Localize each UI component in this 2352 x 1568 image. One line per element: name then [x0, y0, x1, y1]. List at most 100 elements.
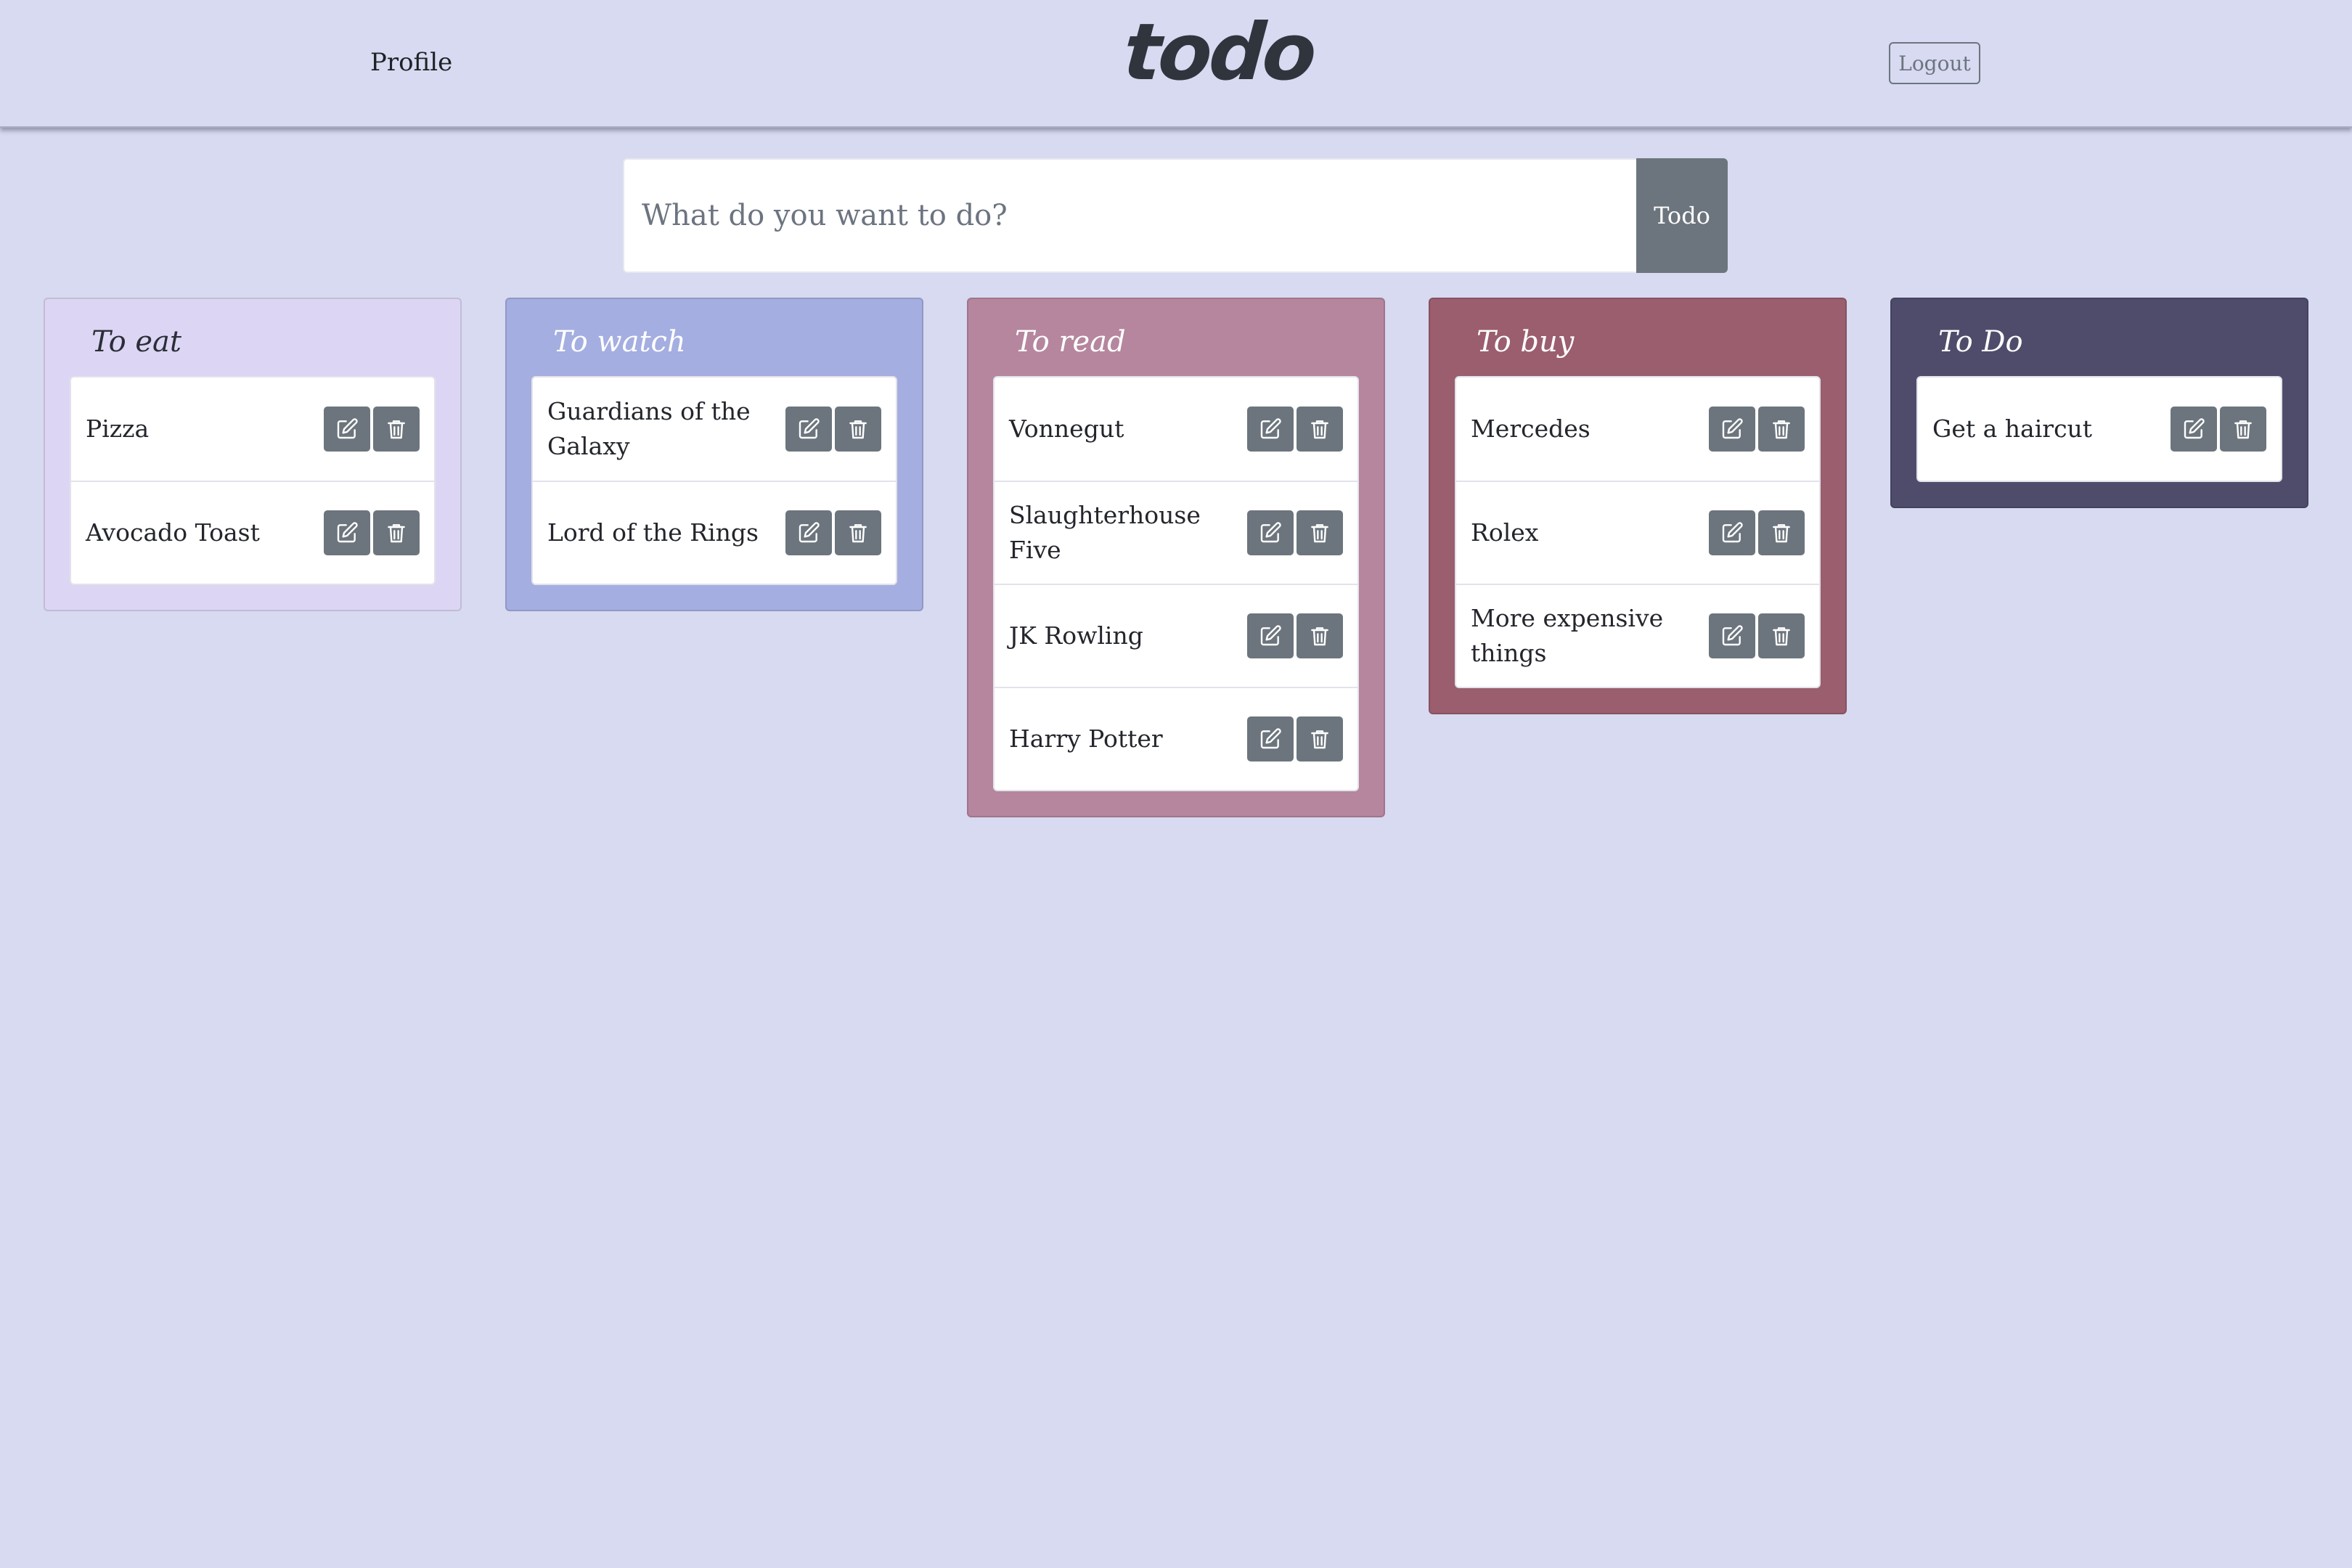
todo-item-actions	[785, 407, 881, 452]
edit-icon	[1720, 624, 1744, 648]
todo-item-actions	[324, 510, 420, 555]
delete-button[interactable]	[835, 510, 881, 555]
todo-item: Rolex	[1456, 481, 1819, 584]
edit-button[interactable]	[2171, 407, 2217, 452]
delete-button[interactable]	[2220, 407, 2266, 452]
edit-icon	[335, 417, 359, 441]
list-title: To watch	[553, 325, 686, 359]
delete-button[interactable]	[373, 407, 420, 452]
todo-item: Get a haircut	[1918, 377, 2281, 481]
list-title: To eat	[91, 325, 181, 359]
delete-button[interactable]	[1297, 716, 1343, 761]
edit-button[interactable]	[785, 407, 832, 452]
delete-button[interactable]	[1297, 613, 1343, 658]
edit-icon	[335, 521, 359, 544]
edit-button[interactable]	[1247, 510, 1294, 555]
todo-item: Guardians of the Galaxy	[533, 377, 896, 481]
todo-item: Pizza	[71, 377, 434, 481]
edit-icon	[1720, 417, 1744, 441]
trash-icon	[1770, 624, 1793, 648]
list-title: To read	[1015, 325, 1126, 359]
todo-item-text: Get a haircut	[1932, 415, 2093, 443]
trash-icon	[1770, 521, 1793, 544]
todo-item-text: Mercedes	[1471, 415, 1591, 443]
profile-link[interactable]: Profile	[370, 48, 452, 77]
delete-button[interactable]	[1297, 510, 1343, 555]
trash-icon	[1308, 727, 1331, 751]
trash-icon	[1770, 417, 1793, 441]
todo-item: Mercedes	[1456, 377, 1819, 481]
app-logo: todo	[1120, 7, 1317, 98]
delete-button[interactable]	[1758, 407, 1805, 452]
todo-item-actions	[785, 510, 881, 555]
todo-item-text: Slaughterhouse Five	[1009, 501, 1201, 564]
todo-items: Get a haircut	[1916, 376, 2282, 482]
edit-icon	[797, 417, 820, 441]
edit-icon	[1259, 417, 1282, 441]
todo-item-text: JK Rowling	[1009, 621, 1143, 650]
trash-icon	[1308, 624, 1331, 648]
edit-button[interactable]	[785, 510, 832, 555]
todo-item-text: Rolex	[1471, 518, 1539, 547]
todo-item: Slaughterhouse Five	[995, 481, 1357, 584]
todo-item-actions	[1709, 510, 1805, 555]
list-card: To eat Pizza Avocado Toast	[44, 298, 462, 611]
list-card: To watch Guardians of the Galaxy Lord of t…	[505, 298, 923, 611]
edit-button[interactable]	[324, 510, 370, 555]
todo-items: Vonnegut Slaughterhouse Five JK Rowling Har…	[993, 376, 1359, 791]
edit-button[interactable]	[1247, 407, 1294, 452]
trash-icon	[2231, 417, 2255, 441]
edit-button[interactable]	[1709, 407, 1755, 452]
todo-item-actions	[1709, 613, 1805, 658]
edit-icon	[1259, 727, 1282, 751]
add-todo-form: Todo	[623, 158, 1728, 273]
edit-button[interactable]	[1247, 613, 1294, 658]
delete-button[interactable]	[1758, 613, 1805, 658]
trash-icon	[846, 521, 870, 544]
todo-item-actions	[1247, 510, 1343, 555]
add-todo-button[interactable]: Todo	[1636, 158, 1728, 273]
edit-button[interactable]	[324, 407, 370, 452]
todo-item-actions	[2171, 407, 2266, 452]
todo-item-actions	[1247, 716, 1343, 761]
delete-button[interactable]	[835, 407, 881, 452]
todo-item: Avocado Toast	[71, 481, 434, 584]
todo-item-text: More expensive things	[1471, 604, 1664, 667]
delete-button[interactable]	[1758, 510, 1805, 555]
top-navbar: Profile todo Logout	[0, 0, 2352, 128]
todo-item-text: Avocado Toast	[86, 518, 260, 547]
logout-button[interactable]: Logout	[1889, 42, 1980, 84]
list-title: To buy	[1477, 325, 1575, 359]
todo-item-actions	[1709, 407, 1805, 452]
todo-item: Vonnegut	[995, 377, 1357, 481]
edit-button[interactable]	[1709, 613, 1755, 658]
list-card: To read Vonnegut Slaughterhouse Five JK Row…	[967, 298, 1385, 817]
edit-icon	[797, 521, 820, 544]
todo-item-actions	[324, 407, 420, 452]
todo-item: JK Rowling	[995, 584, 1357, 687]
todo-input[interactable]	[623, 158, 1636, 273]
edit-icon	[2182, 417, 2205, 441]
trash-icon	[385, 417, 408, 441]
delete-button[interactable]	[1297, 407, 1343, 452]
todo-item-text: Vonnegut	[1009, 415, 1124, 443]
todo-item: Harry Potter	[995, 687, 1357, 790]
trash-icon	[846, 417, 870, 441]
edit-button[interactable]	[1247, 716, 1294, 761]
edit-button[interactable]	[1709, 510, 1755, 555]
edit-icon	[1720, 521, 1744, 544]
list-card: To Do Get a haircut	[1890, 298, 2308, 508]
todo-item-text: Guardians of the Galaxy	[547, 397, 751, 460]
todo-item-text: Harry Potter	[1009, 724, 1163, 753]
trash-icon	[385, 521, 408, 544]
todo-item-actions	[1247, 407, 1343, 452]
todo-item: Lord of the Rings	[533, 481, 896, 584]
trash-icon	[1308, 417, 1331, 441]
delete-button[interactable]	[373, 510, 420, 555]
todo-items: Pizza Avocado Toast	[70, 376, 436, 585]
trash-icon	[1308, 521, 1331, 544]
edit-icon	[1259, 624, 1282, 648]
todo-item-text: Lord of the Rings	[547, 518, 759, 547]
list-title: To Do	[1938, 325, 2023, 359]
todo-item-text: Pizza	[86, 415, 150, 443]
